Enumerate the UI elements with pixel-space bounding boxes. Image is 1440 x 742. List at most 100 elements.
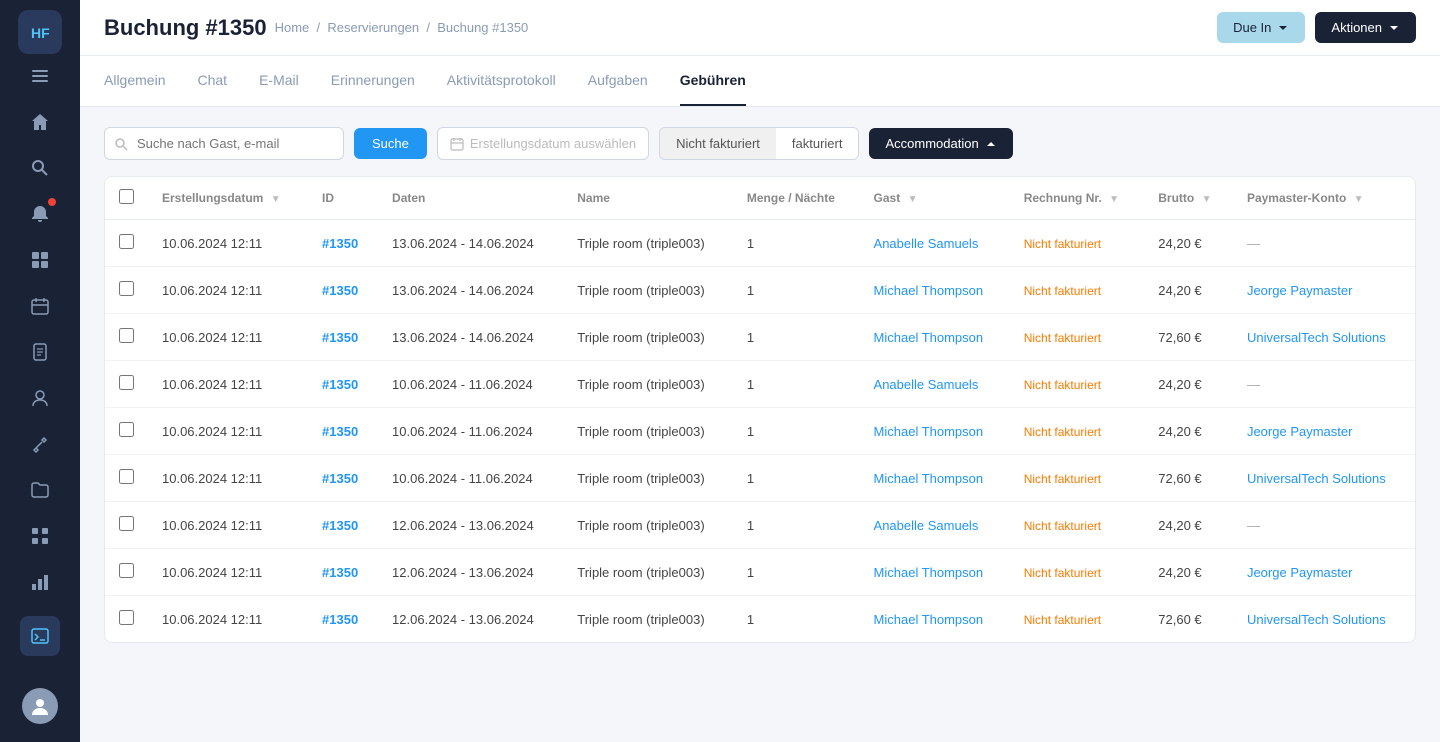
cell-brutto: 24,20 €: [1144, 267, 1233, 314]
tab-aufgaben[interactable]: Aufgaben: [588, 56, 648, 106]
accommodation-button[interactable]: Accommodation: [869, 128, 1012, 159]
sidebar-item-tools[interactable]: [20, 424, 60, 464]
sidebar-item-bell[interactable]: [20, 194, 60, 234]
paymaster-link[interactable]: Jeorge Paymaster: [1247, 565, 1353, 580]
guest-link[interactable]: Anabelle Samuels: [874, 377, 979, 392]
cell-dates: 10.06.2024 - 11.06.2024: [378, 455, 563, 502]
sidebar-toggle[interactable]: [28, 64, 52, 88]
cell-name: Triple room (triple003): [563, 549, 733, 596]
booking-id-link[interactable]: #1350: [322, 377, 358, 392]
row-checkbox-4[interactable]: [119, 422, 134, 437]
sidebar-item-calendar[interactable]: [20, 286, 60, 326]
booking-id-link[interactable]: #1350: [322, 471, 358, 486]
row-checkbox-0[interactable]: [119, 234, 134, 249]
row-checkbox-1[interactable]: [119, 281, 134, 296]
date-picker[interactable]: Erstellungsdatum auswählen: [437, 127, 649, 160]
breadcrumb-reservierungen[interactable]: Reservierungen: [327, 20, 419, 35]
guest-link[interactable]: Michael Thompson: [874, 612, 984, 627]
booking-id-link[interactable]: #1350: [322, 612, 358, 627]
paymaster-link[interactable]: UniversalTech Solutions: [1247, 471, 1386, 486]
search-button[interactable]: Suche: [354, 128, 427, 159]
guest-link[interactable]: Anabelle Samuels: [874, 518, 979, 533]
guest-link[interactable]: Anabelle Samuels: [874, 236, 979, 251]
invoice-status: Nicht fakturiert: [1024, 331, 1101, 345]
cell-creation-date: 10.06.2024 12:11: [148, 596, 308, 643]
cell-id: #1350: [308, 220, 378, 267]
guest-link[interactable]: Michael Thompson: [874, 471, 984, 486]
row-checkbox-6[interactable]: [119, 516, 134, 531]
table-row: 10.06.2024 12:11 #1350 13.06.2024 - 14.0…: [105, 220, 1415, 267]
header-right: Due In Aktionen: [1217, 12, 1416, 43]
select-all-checkbox[interactable]: [119, 189, 134, 204]
tab-email[interactable]: E-Mail: [259, 56, 299, 106]
sort-gast[interactable]: ▼: [908, 194, 918, 205]
cell-id: #1350: [308, 361, 378, 408]
filter-fakturiert[interactable]: fakturiert: [776, 128, 859, 159]
tab-erinnerungen[interactable]: Erinnerungen: [331, 56, 415, 106]
sidebar-item-chart[interactable]: [20, 562, 60, 602]
paymaster-link[interactable]: UniversalTech Solutions: [1247, 612, 1386, 627]
cell-quantity: 1: [733, 408, 860, 455]
sidebar-item-user[interactable]: [20, 378, 60, 418]
cell-paymaster: UniversalTech Solutions: [1233, 314, 1415, 361]
booking-id-link[interactable]: #1350: [322, 330, 358, 345]
due-in-button[interactable]: Due In: [1217, 12, 1305, 43]
booking-id-link[interactable]: #1350: [322, 236, 358, 251]
booking-id-link[interactable]: #1350: [322, 283, 358, 298]
booking-id-link[interactable]: #1350: [322, 518, 358, 533]
row-checkbox-3[interactable]: [119, 375, 134, 390]
filter-nicht-fakturiert[interactable]: Nicht fakturiert: [660, 128, 776, 159]
row-checkbox-2[interactable]: [119, 328, 134, 343]
cell-invoice: Nicht fakturiert: [1010, 502, 1145, 549]
sidebar-item-folder[interactable]: [20, 470, 60, 510]
cell-guest: Michael Thompson: [860, 314, 1010, 361]
sort-paymaster[interactable]: ▼: [1354, 194, 1364, 205]
cell-paymaster: UniversalTech Solutions: [1233, 596, 1415, 643]
guest-link[interactable]: Michael Thompson: [874, 565, 984, 580]
logo[interactable]: HF: [18, 10, 62, 54]
user-avatar[interactable]: [22, 688, 58, 724]
row-checkbox-8[interactable]: [119, 610, 134, 625]
aktionen-button[interactable]: Aktionen: [1315, 12, 1416, 43]
sidebar-item-terminal[interactable]: [20, 616, 60, 656]
cell-quantity: 1: [733, 596, 860, 643]
cell-name: Triple room (triple003): [563, 220, 733, 267]
table-row: 10.06.2024 12:11 #1350 13.06.2024 - 14.0…: [105, 267, 1415, 314]
sort-erstellungsdatum[interactable]: ▼: [271, 194, 281, 205]
booking-id-link[interactable]: #1350: [322, 424, 358, 439]
cell-invoice: Nicht fakturiert: [1010, 408, 1145, 455]
breadcrumb-home[interactable]: Home: [275, 20, 310, 35]
sort-rechnung[interactable]: ▼: [1109, 194, 1119, 205]
col-name: Name: [563, 177, 733, 220]
sidebar-item-home[interactable]: [20, 102, 60, 142]
sidebar-item-grid[interactable]: [20, 240, 60, 280]
tab-allgemein[interactable]: Allgemein: [104, 56, 165, 106]
guest-link[interactable]: Michael Thompson: [874, 283, 984, 298]
sidebar-item-search[interactable]: [20, 148, 60, 188]
col-menge: Menge / Nächte: [733, 177, 860, 220]
sidebar-item-modules[interactable]: [20, 516, 60, 556]
guest-link[interactable]: Michael Thompson: [874, 424, 984, 439]
tab-aktivitaet[interactable]: Aktivitätsprotokoll: [447, 56, 556, 106]
svg-text:HF: HF: [31, 25, 50, 41]
tab-chat[interactable]: Chat: [197, 56, 227, 106]
paymaster-link[interactable]: Jeorge Paymaster: [1247, 424, 1353, 439]
cell-name: Triple room (triple003): [563, 267, 733, 314]
sidebar-item-document[interactable]: [20, 332, 60, 372]
cell-creation-date: 10.06.2024 12:11: [148, 502, 308, 549]
cell-quantity: 1: [733, 502, 860, 549]
cell-creation-date: 10.06.2024 12:11: [148, 314, 308, 361]
paymaster-link[interactable]: Jeorge Paymaster: [1247, 283, 1353, 298]
guest-link[interactable]: Michael Thompson: [874, 330, 984, 345]
cell-guest: Anabelle Samuels: [860, 502, 1010, 549]
tab-gebuehren[interactable]: Gebühren: [680, 56, 746, 106]
table-row: 10.06.2024 12:11 #1350 12.06.2024 - 13.0…: [105, 549, 1415, 596]
paymaster-link[interactable]: UniversalTech Solutions: [1247, 330, 1386, 345]
booking-id-link[interactable]: #1350: [322, 565, 358, 580]
accommodation-label: Accommodation: [885, 136, 978, 151]
row-checkbox-7[interactable]: [119, 563, 134, 578]
row-checkbox-5[interactable]: [119, 469, 134, 484]
search-input[interactable]: [104, 127, 344, 160]
sort-brutto[interactable]: ▼: [1202, 194, 1212, 205]
table-row: 10.06.2024 12:11 #1350 10.06.2024 - 11.0…: [105, 408, 1415, 455]
